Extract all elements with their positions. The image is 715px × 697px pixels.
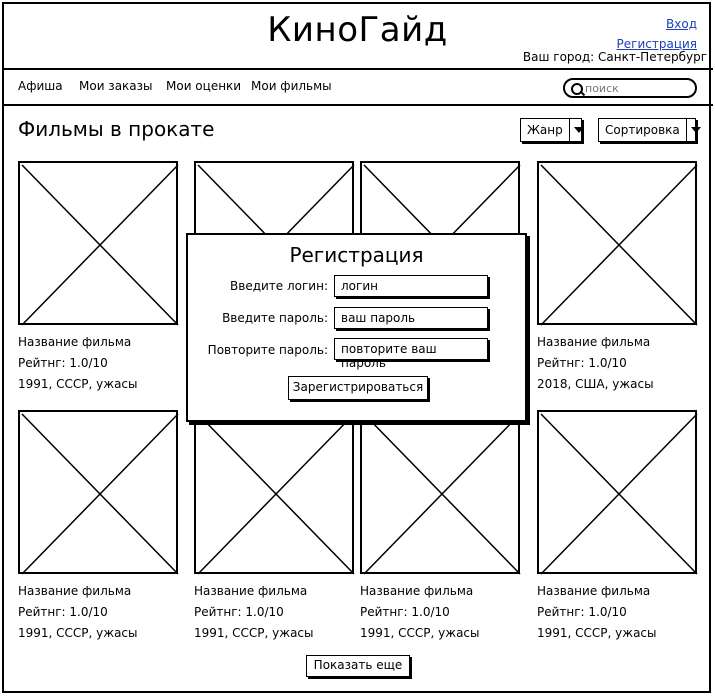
password-field[interactable]: ваш пароль <box>334 307 488 329</box>
search-icon <box>571 83 583 95</box>
movie-poster-placeholder[interactable] <box>18 410 179 575</box>
movie-rating: Рейтнг: 1.0/10 <box>537 605 627 619</box>
site-logo: КиноГайд <box>267 10 448 50</box>
image-placeholder-icon <box>363 413 521 575</box>
movie-title: Название фильма <box>537 584 651 598</box>
registration-modal: Регистрация Введите логин: логин Введите… <box>186 233 527 422</box>
search-input[interactable] <box>585 81 685 95</box>
movie-rating: Рейтнг: 1.0/10 <box>18 356 108 370</box>
movie-title: Название фильма <box>360 584 474 598</box>
image-placeholder-icon <box>197 413 355 575</box>
movie-rating: Рейтнг: 1.0/10 <box>360 605 450 619</box>
movie-title: Название фильма <box>537 335 651 349</box>
image-placeholder-icon <box>540 413 698 575</box>
nav-item-my-movies[interactable]: Мои фильмы <box>251 79 332 93</box>
auth-links: Вход Регистрация <box>617 14 697 54</box>
login-field[interactable]: логин <box>334 275 488 297</box>
movie-poster-placeholder[interactable] <box>537 410 698 575</box>
movie-info: 1991, СССР, ужасы <box>18 626 138 640</box>
movie-info: 2018, США, ужасы <box>537 377 654 391</box>
login-label: Введите логин: <box>230 279 328 293</box>
image-placeholder-icon <box>540 164 698 326</box>
movie-poster-placeholder[interactable] <box>18 161 179 326</box>
movie-poster-placeholder[interactable] <box>194 410 355 575</box>
password-label: Введите пароль: <box>222 311 328 325</box>
nav-item-orders[interactable]: Мои заказы <box>79 79 153 93</box>
sort-dropdown-label: Сортировка <box>605 123 680 137</box>
movie-info: 1991, СССР, ужасы <box>18 377 138 391</box>
show-more-button[interactable]: Показать еще <box>306 655 410 677</box>
genre-dropdown[interactable]: Жанр <box>520 118 585 142</box>
header: КиноГайд Вход Регистрация Ваш город: Сан… <box>2 2 713 70</box>
movie-info: 1991, СССР, ужасы <box>537 626 657 640</box>
register-submit-button[interactable]: Зарегистрироваться <box>288 376 428 400</box>
page-title: Фильмы в прокате <box>18 117 215 141</box>
genre-dropdown-label: Жанр <box>527 123 563 137</box>
modal-title: Регистрация <box>289 243 424 267</box>
repeat-password-label: Повторите пароль: <box>207 343 328 357</box>
repeat-password-field[interactable]: повторите ваш пароль <box>334 338 488 370</box>
movie-title: Название фильма <box>194 584 308 598</box>
movie-title: Название фильма <box>18 335 132 349</box>
image-placeholder-icon <box>21 164 179 326</box>
chevron-down-icon <box>568 119 585 141</box>
sort-dropdown[interactable]: Сортировка <box>598 118 702 142</box>
nav-item-afisha[interactable]: Афиша <box>18 79 63 93</box>
image-placeholder-icon <box>21 413 179 575</box>
city-label: Ваш город: Санкт-Петербург <box>522 50 707 64</box>
movie-title: Название фильма <box>18 584 132 598</box>
chevron-down-icon <box>685 119 702 141</box>
login-link[interactable]: Вход <box>666 17 697 31</box>
movie-rating: Рейтнг: 1.0/10 <box>194 605 284 619</box>
nav-item-ratings[interactable]: Мои оценки <box>166 79 241 93</box>
movie-info: 1991, СССР, ужасы <box>194 626 314 640</box>
movie-info: 1991, СССР, ужасы <box>360 626 480 640</box>
movie-poster-placeholder[interactable] <box>537 161 698 326</box>
nav-bar: Афиша Мои заказы Мои оценки Мои фильмы <box>2 70 713 106</box>
search-box <box>563 78 697 98</box>
movie-poster-placeholder[interactable] <box>360 410 521 575</box>
movie-rating: Рейтнг: 1.0/10 <box>18 605 108 619</box>
register-link[interactable]: Регистрация <box>617 37 697 51</box>
movie-rating: Рейтнг: 1.0/10 <box>537 356 627 370</box>
